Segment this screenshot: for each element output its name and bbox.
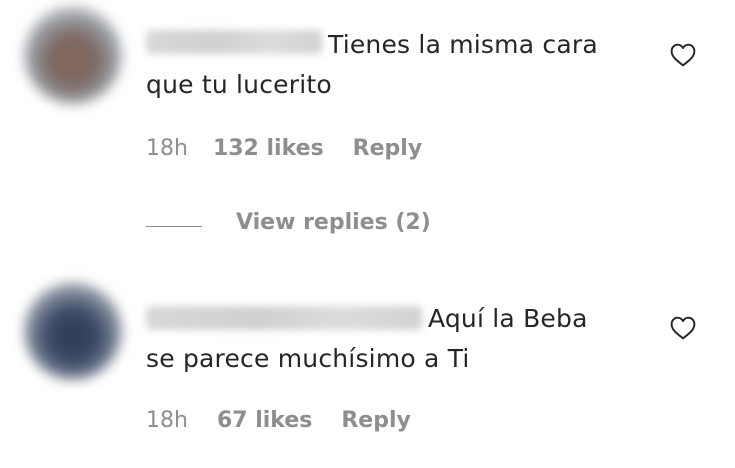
username-blurred[interactable] bbox=[146, 306, 422, 330]
reply-button[interactable]: Reply bbox=[353, 136, 423, 161]
avatar[interactable] bbox=[24, 282, 122, 380]
timestamp: 18h bbox=[146, 136, 188, 161]
reply-button[interactable]: Reply bbox=[341, 408, 411, 433]
heart-icon[interactable] bbox=[670, 43, 696, 67]
likes-count[interactable]: 132 likes bbox=[213, 136, 324, 161]
comment-meta: 18h 132 likes Reply bbox=[146, 136, 422, 161]
view-replies-button[interactable]: View replies (2) bbox=[236, 210, 431, 235]
timestamp: 18h bbox=[146, 408, 188, 433]
comment-text-line2: se parece muchísimo a Ti bbox=[146, 344, 470, 373]
username-blurred[interactable] bbox=[146, 30, 322, 54]
heart-icon[interactable] bbox=[670, 316, 696, 340]
likes-count[interactable]: 67 likes bbox=[217, 408, 312, 433]
comment-meta: 18h 67 likes Reply bbox=[146, 408, 411, 433]
view-replies-divider bbox=[146, 226, 202, 227]
comment-text-line1: Aquí la Beba bbox=[428, 304, 588, 333]
comment-text-line2: que tu lucerito bbox=[146, 70, 332, 99]
avatar[interactable] bbox=[24, 6, 122, 104]
comment-text-line1: Tienes la misma cara bbox=[328, 30, 598, 59]
